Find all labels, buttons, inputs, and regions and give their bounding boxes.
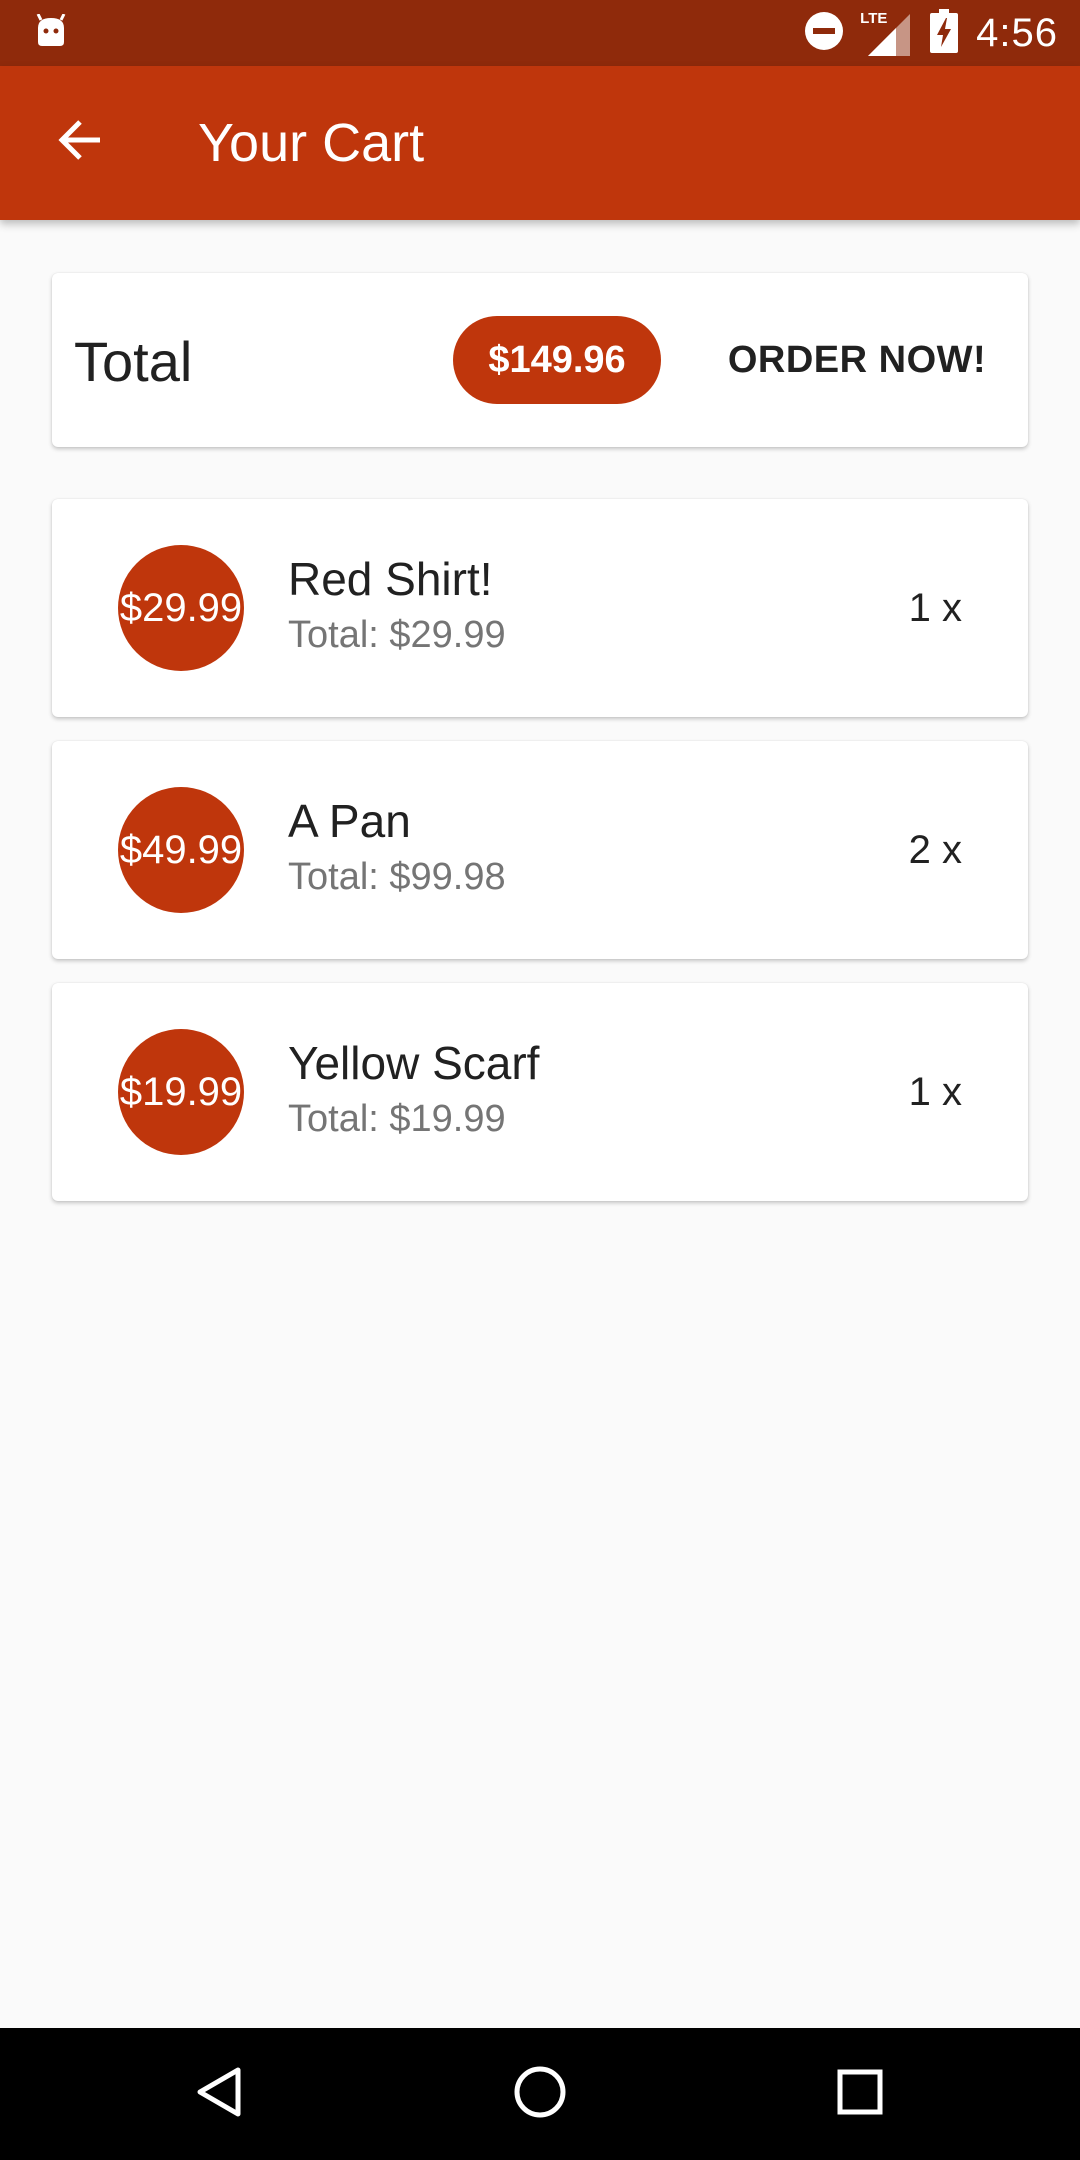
item-quantity: 2 x <box>908 828 962 872</box>
total-label: Total <box>74 330 193 393</box>
do-not-disturb-icon <box>804 11 844 56</box>
cart-item[interactable]: $49.99 A Pan Total: $99.98 2 x <box>52 741 1028 959</box>
signal-icon: LTE <box>860 8 912 58</box>
battery-charging-icon <box>930 8 959 58</box>
cart-item[interactable]: $29.99 Red Shirt! Total: $29.99 1 x <box>52 499 1028 717</box>
order-now-button[interactable]: ORDER NOW! <box>692 316 1022 404</box>
nav-back-button[interactable] <box>180 2054 260 2134</box>
cart-item[interactable]: $19.99 Yellow Scarf Total: $19.99 1 x <box>52 983 1028 1201</box>
android-icon <box>34 13 68 48</box>
item-total: Total: $19.99 <box>288 1098 506 1140</box>
nav-recents-button[interactable] <box>820 2054 900 2134</box>
back-triangle-icon <box>192 2064 248 2125</box>
page-title: Your Cart <box>198 113 425 173</box>
status-time: 4:56 <box>976 10 1058 55</box>
item-quantity: 1 x <box>908 1070 962 1114</box>
item-price-badge: $19.99 <box>118 1029 244 1155</box>
network-type-label: LTE <box>860 10 888 27</box>
item-price-badge: $29.99 <box>118 545 244 671</box>
arrow-back-icon <box>56 116 104 169</box>
status-icons: LTE 4:56 <box>804 0 1058 66</box>
item-total: Total: $99.98 <box>288 856 506 898</box>
system-nav-bar <box>0 2028 1080 2160</box>
app-bar: Your Cart <box>0 66 1080 220</box>
item-name: Yellow Scarf <box>288 1037 540 1089</box>
back-button[interactable] <box>40 102 120 182</box>
item-price-badge: $49.99 <box>118 787 244 913</box>
item-name: Red Shirt! <box>288 553 493 605</box>
item-quantity: 1 x <box>908 586 962 630</box>
total-card: Total $149.96 ORDER NOW! <box>52 273 1028 447</box>
status-bar: LTE 4:56 <box>0 0 1080 66</box>
item-name: A Pan <box>288 795 411 847</box>
home-circle-icon <box>512 2064 568 2125</box>
nav-home-button[interactable] <box>500 2054 580 2134</box>
recents-square-icon <box>832 2064 888 2125</box>
total-amount-badge: $149.96 <box>453 316 661 404</box>
item-total: Total: $29.99 <box>288 614 506 656</box>
